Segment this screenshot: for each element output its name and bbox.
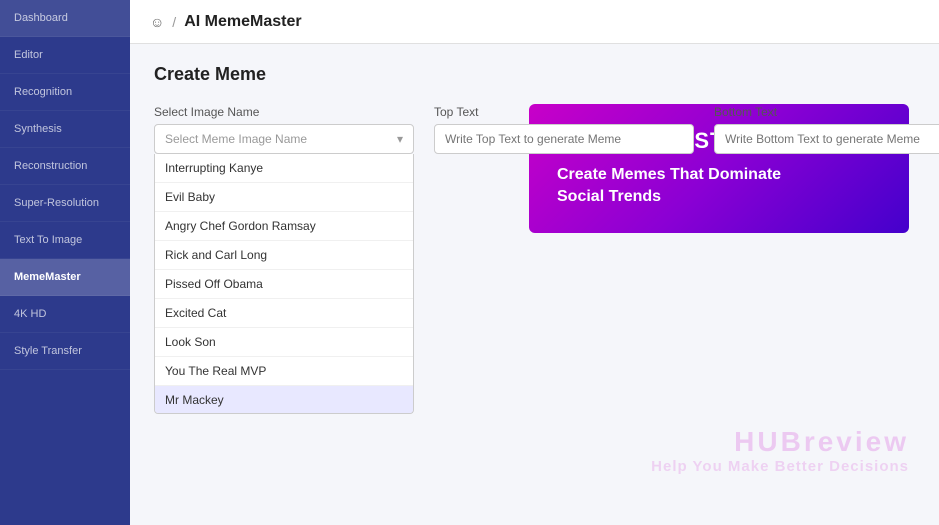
bottom-text-label: Bottom Text xyxy=(714,105,939,119)
sidebar-item-style-transfer[interactable]: Style Transfer xyxy=(0,333,130,370)
dropdown-item[interactable]: Evil Baby xyxy=(155,183,413,212)
sidebar-item-text-to-image[interactable]: Text To Image xyxy=(0,222,130,259)
dropdown-item[interactable]: You The Real MVP xyxy=(155,357,413,386)
app-icon: ☺ xyxy=(150,14,164,30)
top-text-label: Top Text xyxy=(434,105,694,119)
sidebar-item-4k-hd[interactable]: 4K HD xyxy=(0,296,130,333)
form-row: Select Image Name Select Meme Image Name… xyxy=(154,105,915,154)
dropdown-item[interactable]: Interrupting Kanye xyxy=(155,154,413,183)
select-wrapper: Select Meme Image Name ▾ Interrupting Ka… xyxy=(154,124,414,154)
watermark-line1: HUBreview xyxy=(651,426,909,458)
chevron-down-icon: ▾ xyxy=(397,132,403,146)
dropdown-item[interactable]: Angry Chef Gordon Ramsay xyxy=(155,212,413,241)
section-title: Create Meme xyxy=(154,64,915,85)
sidebar-item-reconstruction[interactable]: Reconstruction xyxy=(0,148,130,185)
main-content: ☺ / AI MemeMaster Create Meme Select Ima… xyxy=(130,0,939,525)
sidebar-item-synthesis[interactable]: Synthesis xyxy=(0,111,130,148)
sidebar-item-recognition[interactable]: Recognition xyxy=(0,74,130,111)
content-area: Create Meme Select Image Name Select Mem… xyxy=(130,44,939,525)
dropdown-item[interactable]: Look Son xyxy=(155,328,413,357)
bottom-text-input[interactable] xyxy=(714,124,939,154)
topbar: ☺ / AI MemeMaster xyxy=(130,0,939,44)
topbar-title: AI MemeMaster xyxy=(184,13,301,31)
dropdown-item[interactable]: Excited Cat xyxy=(155,299,413,328)
sidebar-item-super-resolution[interactable]: Super-Resolution xyxy=(0,185,130,222)
bottom-text-group: Bottom Text xyxy=(714,105,939,154)
watermark-area: HUBreview Help You Make Better Decisions xyxy=(651,426,909,475)
dropdown-item[interactable]: Pissed Off Obama xyxy=(155,270,413,299)
top-text-group: Top Text xyxy=(434,105,694,154)
select-placeholder: Select Meme Image Name xyxy=(165,132,307,146)
sidebar-item-editor[interactable]: Editor xyxy=(0,37,130,74)
sidebar-item-dashboard[interactable]: Dashboard xyxy=(0,0,130,37)
sidebar-item-mememaster[interactable]: MemeMaster xyxy=(0,259,130,296)
sidebar: Dashboard Editor Recognition Synthesis R… xyxy=(0,0,130,525)
dropdown-list: Interrupting KanyeEvil BabyAngry Chef Go… xyxy=(154,154,414,414)
dropdown-item[interactable]: Mr Mackey xyxy=(155,386,413,414)
watermark-line2: Help You Make Better Decisions xyxy=(651,458,909,475)
select-meme-button[interactable]: Select Meme Image Name ▾ xyxy=(154,124,414,154)
dropdown-item[interactable]: Rick and Carl Long xyxy=(155,241,413,270)
topbar-separator: / xyxy=(172,14,176,30)
select-image-group: Select Image Name Select Meme Image Name… xyxy=(154,105,414,154)
top-text-input[interactable] xyxy=(434,124,694,154)
promo-subtitle: Create Memes That DominateSocial Trends xyxy=(557,164,881,209)
select-image-label: Select Image Name xyxy=(154,105,414,119)
